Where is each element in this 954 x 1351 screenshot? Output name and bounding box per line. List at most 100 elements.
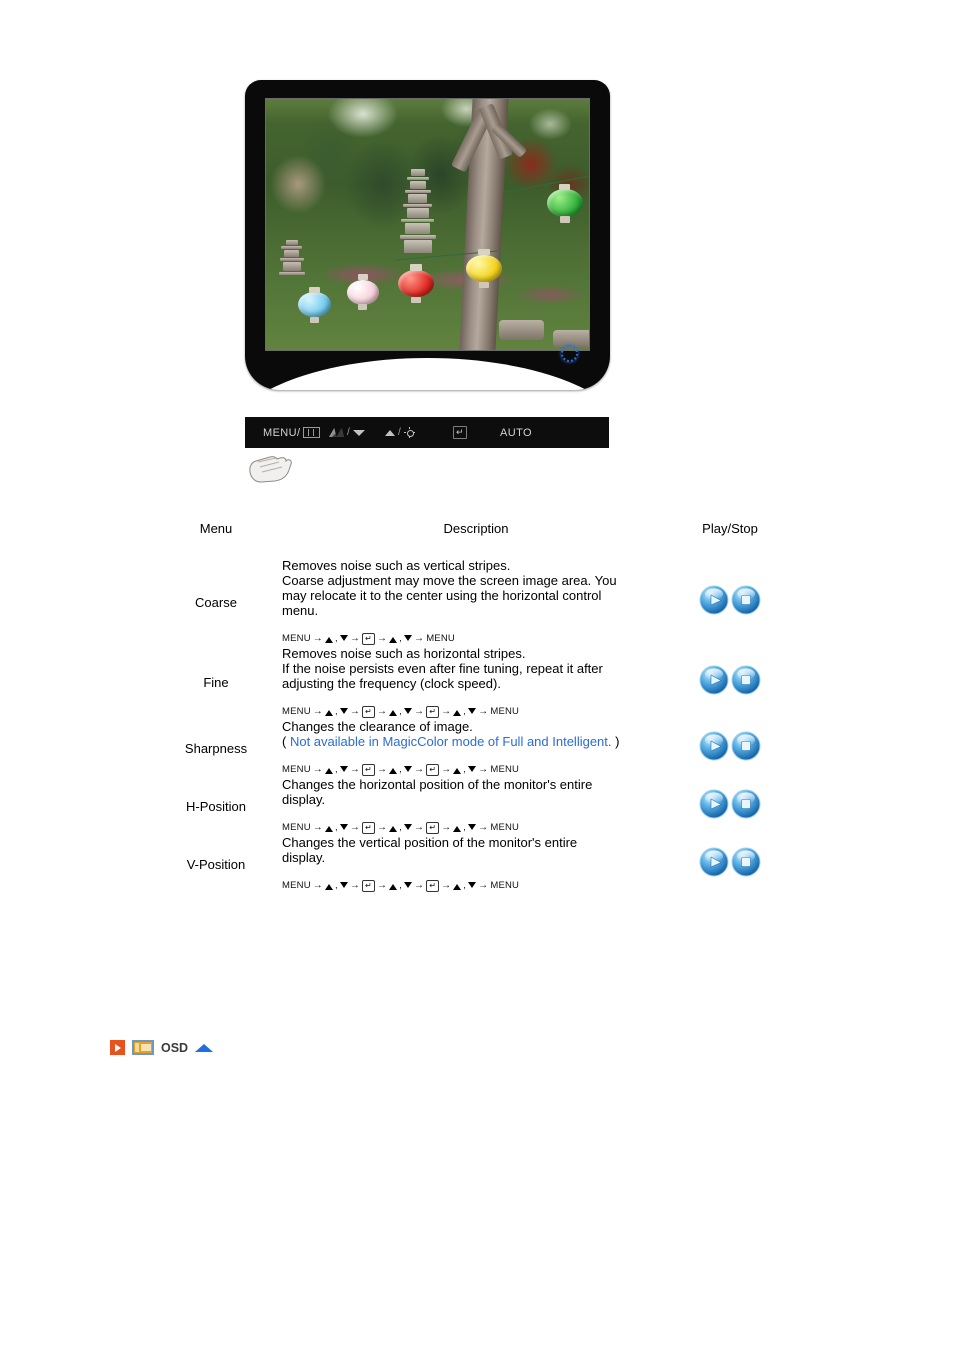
arrow-up-icon: [453, 883, 462, 890]
play-stop-button-group: [699, 585, 761, 620]
table-row: Fine Removes noise such as horizontal str…: [150, 646, 790, 719]
menu-name-cell: V-Position: [186, 856, 246, 872]
arrow-down-icon: [339, 881, 348, 888]
sequence-arrow: →: [413, 706, 425, 717]
description-line: Changes the horizontal position of the m…: [282, 777, 593, 792]
key-sequence: MENU →, → ↵ →, → ↵ →, → MENU: [282, 704, 670, 719]
play-button[interactable]: [699, 731, 729, 766]
table-body: Coarse Removes noise such as vertical str…: [150, 558, 790, 893]
sequence-comma: ,: [463, 822, 467, 833]
lantern-green: [547, 183, 583, 223]
description-line: Changes the clearance of image.: [282, 719, 473, 734]
sequence-arrow: →: [312, 880, 323, 891]
arrow-up-icon: [324, 767, 333, 774]
sequence-arrow: →: [376, 822, 388, 833]
play-button[interactable]: [699, 847, 729, 882]
sequence-arrow: →: [312, 633, 323, 644]
key-sequence: MENU →, → ↵ →, → ↵ →, → MENU: [282, 878, 670, 893]
sequence-arrow: →: [478, 764, 489, 775]
arrow-down-icon: [403, 765, 412, 772]
description-line: display.: [282, 792, 326, 807]
menu-name-cell: Sharpness: [184, 740, 248, 756]
stop-button[interactable]: [731, 847, 761, 882]
brightness-up-button[interactable]: /: [385, 417, 416, 448]
go-to-top-arrow-icon[interactable]: [195, 1043, 214, 1052]
arrow-down-icon: [339, 707, 348, 714]
table-row: V-Position Changes the vertical position …: [150, 835, 790, 893]
sequence-comma: ,: [334, 764, 338, 775]
stop-button[interactable]: [731, 789, 761, 824]
small-stone-pagoda: [278, 239, 305, 285]
enter-key-icon: ↵: [362, 821, 375, 834]
sequence-comma: ,: [463, 764, 467, 775]
arrow-down-icon: [339, 823, 348, 830]
osd-footer-link[interactable]: OSD: [110, 1040, 214, 1055]
osd-function-table: Menu Description Play/Stop Coarse Removes…: [150, 515, 790, 893]
menu-button[interactable]: MENU/: [263, 417, 321, 448]
arrow-up-icon: [385, 429, 395, 436]
enter-source-button[interactable]: ↵: [453, 417, 467, 448]
description-cell: Changes the clearance of image.( Not ava…: [282, 719, 670, 777]
description-line: display.: [282, 850, 326, 865]
sequence-arrow: →: [376, 880, 388, 891]
sequence-comma: ,: [334, 880, 338, 891]
arrow-up-icon: [453, 709, 462, 716]
sequence-arrow: →: [349, 880, 361, 891]
sequence-menu-label: MENU: [282, 880, 311, 891]
magicbright-down-button[interactable]: /: [329, 417, 366, 448]
arrow-down-icon: [403, 881, 412, 888]
arrow-down-icon: [353, 429, 366, 436]
description-cell: Changes the horizontal position of the m…: [282, 777, 670, 835]
sequence-arrow: →: [312, 706, 323, 717]
play-stop-cell: [670, 646, 790, 719]
arrow-up-icon: [389, 709, 398, 716]
menu-name-cell: Fine: [203, 675, 229, 690]
sequence-menu-label: MENU: [490, 706, 520, 717]
separator-slash: /: [398, 427, 402, 438]
description-cell: Removes noise such as horizontal stripes…: [282, 646, 670, 719]
enter-key-icon: ↵: [426, 763, 440, 776]
sequence-comma: ,: [334, 633, 338, 644]
menu-name-cell: Coarse: [195, 594, 237, 610]
play-stop-button-group: [699, 731, 761, 766]
play-button[interactable]: [699, 665, 729, 700]
lantern-yellow: [466, 248, 502, 288]
enter-key-icon: ↵: [362, 879, 375, 892]
stone-pagoda: [400, 169, 436, 269]
auto-button-label: AUTO: [500, 426, 532, 439]
description-cell: Removes noise such as vertical stripes. C…: [282, 558, 670, 646]
arrow-down-icon: [403, 634, 412, 641]
power-indicator-led[interactable]: [561, 345, 578, 362]
header-description: Description: [443, 521, 509, 536]
sequence-arrow: →: [376, 706, 388, 717]
brightness-sun-icon: [404, 427, 416, 438]
play-button[interactable]: [699, 789, 729, 824]
description-line: may relocate it to the center using the …: [282, 588, 602, 603]
sequence-comma: ,: [334, 822, 338, 833]
stop-button[interactable]: [731, 665, 761, 700]
arrow-down-icon: [468, 765, 477, 772]
sequence-comma: ,: [399, 880, 402, 891]
sequence-comma: ,: [399, 764, 402, 775]
sequence-arrow: →: [441, 706, 452, 717]
sequence-menu-label: MENU: [282, 822, 311, 833]
sequence-comma: ,: [463, 706, 467, 717]
table-row: H-Position Changes the horizontal positio…: [150, 777, 790, 835]
arrow-up-icon: [324, 709, 333, 716]
description-note: ( Not available in MagicColor mode of Fu…: [282, 734, 670, 749]
auto-button[interactable]: AUTO: [500, 417, 532, 448]
monitor-screen: [265, 98, 590, 351]
stop-button[interactable]: [731, 585, 761, 620]
sequence-comma: ,: [463, 880, 467, 891]
arrow-down-icon: [403, 707, 412, 714]
sequence-arrow: →: [413, 822, 425, 833]
sequence-arrow: →: [441, 822, 452, 833]
stop-button[interactable]: [731, 731, 761, 766]
sequence-comma: ,: [334, 706, 338, 717]
sequence-arrow: →: [478, 880, 489, 891]
sequence-arrow: →: [441, 880, 452, 891]
enter-key-icon: ↵: [426, 821, 440, 834]
play-arrow-icon: [110, 1040, 125, 1055]
play-button[interactable]: [699, 585, 729, 620]
play-stop-button-group: [699, 847, 761, 882]
